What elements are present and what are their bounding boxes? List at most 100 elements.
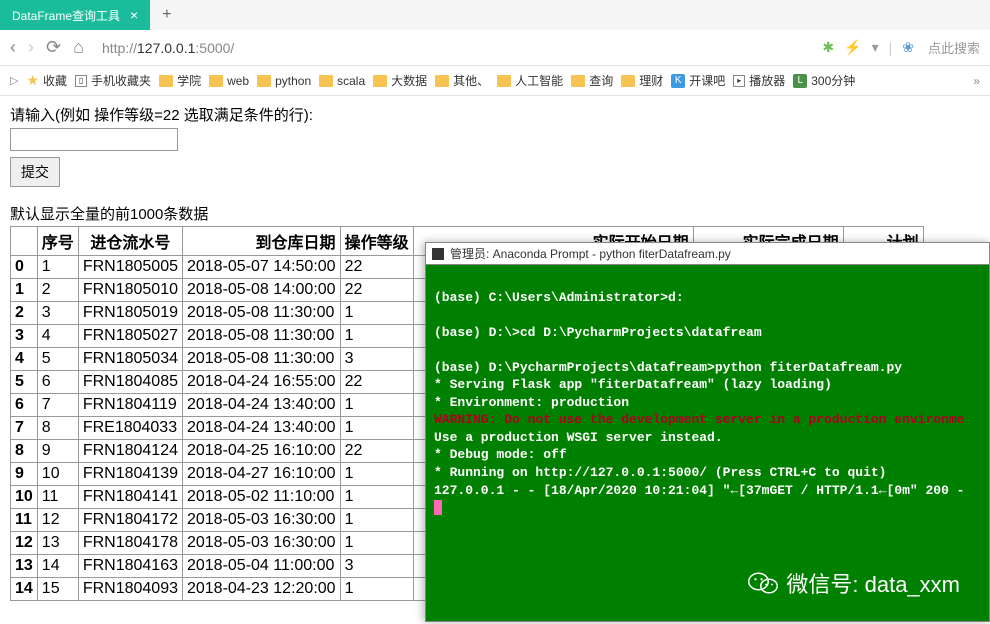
cell-seq: 12 xyxy=(37,509,78,532)
instruction-label: 请输入(例如 操作等级=22 选取满足条件的行): xyxy=(10,104,980,125)
cell-seq: 3 xyxy=(37,302,78,325)
cell-date: 2018-04-25 16:10:00 xyxy=(182,440,340,463)
row-index: 7 xyxy=(11,417,38,440)
column-header: 到仓库日期 xyxy=(182,227,340,256)
url-bar[interactable]: http://127.0.0.1:5000/ xyxy=(102,40,234,56)
cell-date: 2018-04-27 16:10:00 xyxy=(182,463,340,486)
bookmark-folder[interactable]: 大数据 xyxy=(373,72,427,89)
bookmark-fav[interactable]: ★收藏 xyxy=(26,72,67,89)
row-index: 1 xyxy=(11,279,38,302)
cell-level: 22 xyxy=(340,256,413,279)
bookmark-folder[interactable]: 人工智能 xyxy=(497,72,563,89)
submit-button[interactable]: 提交 xyxy=(10,157,60,187)
row-index: 9 xyxy=(11,463,38,486)
cell-date: 2018-04-24 13:40:00 xyxy=(182,394,340,417)
cell-level: 3 xyxy=(340,555,413,578)
folder-icon xyxy=(497,75,511,87)
bookmark-overflow-icon[interactable]: » xyxy=(973,74,980,88)
cell-date: 2018-04-23 12:20:00 xyxy=(182,578,340,601)
cell-date: 2018-05-08 11:30:00 xyxy=(182,325,340,348)
bookmark-folder[interactable]: scala xyxy=(319,72,365,89)
folder-icon xyxy=(159,75,173,87)
cell-date: 2018-05-08 14:00:00 xyxy=(182,279,340,302)
tab-bar: DataFrame查询工具 × + xyxy=(0,0,990,30)
row-index: 13 xyxy=(11,555,38,578)
paw-icon[interactable]: ❀ xyxy=(902,39,914,56)
close-icon[interactable]: × xyxy=(130,7,138,23)
terminal-title: 管理员: Anaconda Prompt - python fiterDataf… xyxy=(450,245,731,262)
bookmark-label: 手机收藏夹 xyxy=(91,72,151,89)
bookmark-mobile[interactable]: ▯ 手机收藏夹 xyxy=(75,72,151,89)
cell-no: FRN1805010 xyxy=(78,279,182,302)
bookmark-folder[interactable]: web xyxy=(209,72,249,89)
terminal-body[interactable]: (base) C:\Users\Administrator>d: (base) … xyxy=(426,265,989,523)
terminal-titlebar[interactable]: 管理员: Anaconda Prompt - python fiterDataf… xyxy=(426,243,989,265)
bookmark-menu-icon[interactable]: ▷ xyxy=(10,74,18,87)
terminal-line: (base) D:\PycharmProjects\datafream>pyth… xyxy=(434,359,981,377)
bookmark-label: 查询 xyxy=(589,72,613,89)
cell-date: 2018-05-03 16:30:00 xyxy=(182,509,340,532)
bookmark-folder[interactable]: 查询 xyxy=(571,72,613,89)
bookmark-label: scala xyxy=(337,74,365,88)
bookmark-folder[interactable]: python xyxy=(257,72,311,89)
back-button[interactable]: ‹ xyxy=(10,37,16,58)
tab-title: DataFrame查询工具 xyxy=(12,7,120,24)
cell-date: 2018-05-02 11:10:00 xyxy=(182,486,340,509)
folder-icon xyxy=(621,75,635,87)
row-index: 5 xyxy=(11,371,38,394)
aperture-icon[interactable]: ✱ xyxy=(822,39,834,56)
cell-level: 1 xyxy=(340,394,413,417)
column-header: 操作等级 xyxy=(340,227,413,256)
folder-icon xyxy=(373,75,387,87)
bookmark-label: 开课吧 xyxy=(689,72,725,89)
cell-no: FRN1804172 xyxy=(78,509,182,532)
cell-no: FRN1804085 xyxy=(78,371,182,394)
bookmark-folder[interactable]: 学院 xyxy=(159,72,201,89)
bookmark-kaikeba[interactable]: K开课吧 xyxy=(671,72,725,89)
terminal-icon xyxy=(432,248,444,260)
cell-level: 22 xyxy=(340,440,413,463)
flash-icon[interactable]: ⚡ xyxy=(844,39,861,56)
query-input[interactable] xyxy=(10,128,178,151)
dropdown-icon[interactable]: ▾ xyxy=(872,39,879,56)
row-index: 11 xyxy=(11,509,38,532)
cell-level: 3 xyxy=(340,348,413,371)
row-index: 10 xyxy=(11,486,38,509)
cell-no: FRN1804124 xyxy=(78,440,182,463)
cell-level: 1 xyxy=(340,532,413,555)
cell-seq: 5 xyxy=(37,348,78,371)
search-hint[interactable]: 点此搜索 xyxy=(928,38,980,57)
forward-button[interactable]: › xyxy=(28,37,34,58)
browser-tab[interactable]: DataFrame查询工具 × xyxy=(0,0,150,30)
row-index: 4 xyxy=(11,348,38,371)
reload-button[interactable]: ⟳ xyxy=(46,37,61,58)
terminal-window[interactable]: 管理员: Anaconda Prompt - python fiterDataf… xyxy=(425,242,990,622)
bookmark-label: 人工智能 xyxy=(515,72,563,89)
terminal-line xyxy=(434,306,981,324)
nav-extra-icons: ✱ ⚡ ▾ | ❀ 点此搜索 xyxy=(822,38,980,57)
new-tab-button[interactable]: + xyxy=(162,6,171,24)
terminal-line: (base) C:\Users\Administrator>d: xyxy=(434,289,981,307)
cell-level: 22 xyxy=(340,371,413,394)
cell-no: FRN1805027 xyxy=(78,325,182,348)
home-button[interactable]: ⌂ xyxy=(73,37,84,58)
cell-seq: 2 xyxy=(37,279,78,302)
cell-seq: 10 xyxy=(37,463,78,486)
cell-date: 2018-04-24 13:40:00 xyxy=(182,417,340,440)
terminal-line: * Debug mode: off xyxy=(434,446,981,464)
cell-level: 22 xyxy=(340,279,413,302)
cell-no: FRN1804141 xyxy=(78,486,182,509)
cell-seq: 4 xyxy=(37,325,78,348)
cell-date: 2018-05-07 14:50:00 xyxy=(182,256,340,279)
wechat-icon xyxy=(748,571,778,595)
bookmark-300min[interactable]: L300分钟 xyxy=(793,72,855,89)
bookmark-label: 理财 xyxy=(639,72,663,89)
bookmark-player[interactable]: ▸播放器 xyxy=(733,72,785,89)
bookmark-folder[interactable]: 其他、 xyxy=(435,72,489,89)
mobile-icon: ▯ xyxy=(75,75,87,87)
data-count-label: 默认显示全量的前1000条数据 xyxy=(10,203,980,224)
bookmark-folder[interactable]: 理财 xyxy=(621,72,663,89)
cell-date: 2018-05-03 16:30:00 xyxy=(182,532,340,555)
cell-seq: 7 xyxy=(37,394,78,417)
cell-date: 2018-05-08 11:30:00 xyxy=(182,348,340,371)
